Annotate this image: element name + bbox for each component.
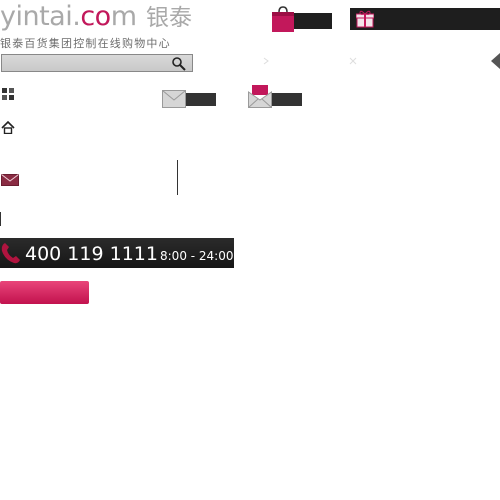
pink-action-button[interactable] <box>0 281 89 304</box>
arrow-icon <box>263 57 269 65</box>
logo-chinese-name: 银泰 <box>146 5 192 31</box>
shopping-bag-icon <box>272 6 294 32</box>
gift-icon <box>356 10 374 28</box>
site-logo[interactable]: yintai.com 银泰 <box>0 2 215 38</box>
envelope-icon <box>162 90 186 108</box>
close-icon[interactable] <box>348 56 358 66</box>
plus-icon[interactable] <box>2 88 14 100</box>
hotline-bar: 400 119 1111 8:00 - 24:00 <box>0 238 234 268</box>
vertical-divider <box>177 160 178 195</box>
shopping-bag-button[interactable] <box>270 5 332 33</box>
envelope-button[interactable] <box>162 90 216 108</box>
search-input[interactable] <box>4 56 164 70</box>
hotline-number: 400 119 1111 <box>25 243 158 265</box>
home-icon[interactable] <box>1 121 15 134</box>
open-envelope-icon <box>248 85 272 108</box>
open-envelope-bar <box>270 93 302 106</box>
mail-icon[interactable] <box>1 174 19 186</box>
search-box[interactable] <box>1 54 193 72</box>
phone-icon <box>1 243 21 264</box>
open-envelope-button[interactable] <box>248 84 302 108</box>
gift-button[interactable] <box>350 8 500 30</box>
site-tagline: 银泰百货集团控制在线购物中心 <box>0 37 171 50</box>
search-icon[interactable] <box>171 56 187 72</box>
envelope-bar <box>184 93 216 106</box>
triangle-left-icon[interactable] <box>490 53 500 69</box>
logo-wordmark: yintai.com <box>0 1 137 32</box>
hotline-hours: 8:00 - 24:00 <box>160 249 234 263</box>
divider-tick <box>0 212 1 226</box>
